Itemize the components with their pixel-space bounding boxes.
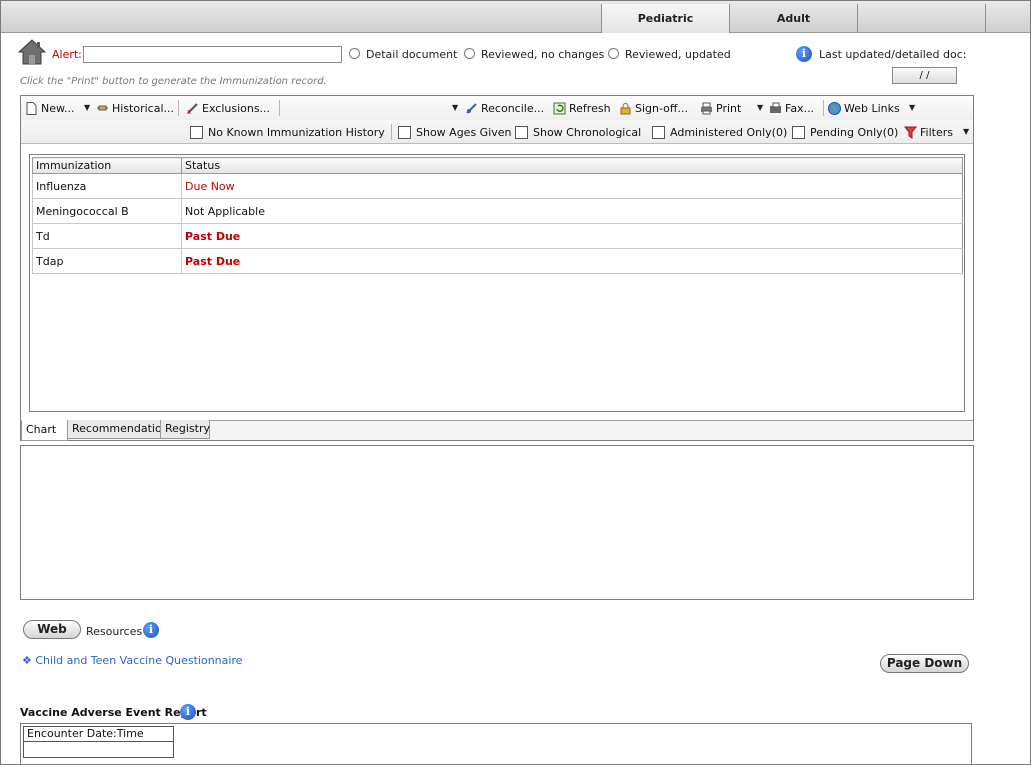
- immunization-status: Due Now: [181, 173, 963, 199]
- radio-label-no-changes: Reviewed, no changes: [481, 48, 605, 61]
- tab-registry[interactable]: Registry: [160, 420, 210, 439]
- web-button[interactable]: Web: [23, 620, 81, 639]
- svg-text:x: x: [187, 108, 191, 115]
- fax-button[interactable]: Fax...: [769, 100, 814, 116]
- page-down-button[interactable]: Page Down: [880, 654, 969, 673]
- reconcile-button[interactable]: Reconcile...: [465, 100, 544, 116]
- radio-reviewed-updated[interactable]: [608, 48, 619, 59]
- immunization-status: Past Due: [181, 248, 963, 274]
- signoff-button[interactable]: Sign-off...: [619, 100, 688, 116]
- show-chronological-checkbox[interactable]: Show Chronological: [515, 125, 641, 139]
- vaers-title: Vaccine Adverse Event Report: [20, 706, 207, 719]
- diamond-bullet-icon: ❖: [22, 654, 32, 667]
- fax-icon: [770, 102, 781, 113]
- table-row[interactable]: Influenza Due Now: [32, 173, 963, 199]
- immunization-table: Immunization Status Influenza Due Now Me…: [32, 157, 963, 274]
- exclusion-syringe-icon: x: [187, 102, 198, 115]
- table-row[interactable]: Td Past Due: [32, 223, 963, 249]
- table-row[interactable]: Meningococcal B Not Applicable: [32, 198, 963, 224]
- toolbar-separator: [823, 100, 824, 116]
- immunization-panel: New... ▼ Historical... x Exclusions... ▼…: [20, 95, 974, 441]
- show-ages-checkbox[interactable]: Show Ages Given: [398, 125, 512, 139]
- print-dropdown-icon[interactable]: ▼: [757, 103, 763, 112]
- immunization-name: Tdap: [32, 248, 182, 274]
- new-document-icon: [26, 101, 37, 115]
- vaers-cell[interactable]: [23, 741, 174, 758]
- web-links-dropdown-icon[interactable]: ▼: [909, 103, 915, 112]
- toolbar-separator: [279, 100, 280, 116]
- table-row[interactable]: Tdap Past Due: [32, 248, 963, 274]
- syringe-icon: [97, 105, 108, 110]
- tab-recommendation[interactable]: Recommendation: [67, 420, 169, 439]
- questionnaire-link[interactable]: ❖ Child and Teen Vaccine Questionnaire: [22, 654, 242, 667]
- immunization-name: Influenza: [32, 173, 182, 199]
- vaers-info-icon[interactable]: i: [180, 704, 196, 720]
- print-button[interactable]: Print: [700, 100, 741, 116]
- toolbar-dropdown-icon[interactable]: ▼: [452, 103, 458, 112]
- info-icon[interactable]: i: [796, 46, 812, 62]
- alert-input[interactable]: [83, 46, 342, 63]
- tab-pediatric[interactable]: Pediatric: [601, 4, 729, 33]
- refresh-icon: [553, 102, 566, 114]
- immunization-name: Meningococcal B: [32, 198, 182, 224]
- immunization-status: Not Applicable: [181, 198, 963, 224]
- reconcile-icon: [466, 102, 477, 114]
- printer-icon: [701, 102, 712, 114]
- exclusions-button[interactable]: x Exclusions...: [186, 100, 270, 116]
- historical-button[interactable]: Historical...: [96, 100, 174, 116]
- top-tab-strip: Pediatric Adult: [1, 1, 1030, 33]
- new-button[interactable]: New...: [25, 100, 74, 116]
- administered-only-checkbox[interactable]: Administered Only(0): [652, 125, 787, 139]
- web-links-button[interactable]: Web Links: [828, 100, 900, 116]
- view-tabs: Chart Recommendation Registry: [21, 420, 973, 441]
- home-icon[interactable]: [17, 38, 47, 66]
- immunization-status: Past Due: [181, 223, 963, 249]
- tab-strip-end: [985, 4, 1030, 33]
- toolbar-primary: New... ▼ Historical... x Exclusions... ▼…: [21, 96, 973, 120]
- vaers-table: Encounter Date:Time: [20, 723, 972, 765]
- lock-icon: [620, 102, 631, 114]
- resources-info-icon[interactable]: i: [143, 622, 159, 638]
- tab-blank[interactable]: [857, 4, 985, 33]
- print-hint: Click the "Print" button to generate the…: [20, 76, 327, 87]
- notes-area[interactable]: [20, 445, 974, 600]
- last-updated-date[interactable]: / /: [892, 67, 957, 84]
- radio-label-detail: Detail document: [366, 48, 458, 61]
- toolbar-separator: [391, 124, 392, 140]
- pending-only-checkbox[interactable]: Pending Only(0): [792, 125, 898, 139]
- tab-adult[interactable]: Adult: [729, 4, 857, 33]
- resources-label: Resources: [86, 625, 143, 638]
- tab-chart[interactable]: Chart: [21, 420, 68, 441]
- toolbar-filters: No Known Immunization History Show Ages …: [21, 120, 973, 144]
- vaers-column-header: Encounter Date:Time: [23, 726, 174, 742]
- immunization-name: Td: [32, 223, 182, 249]
- filters-button[interactable]: Filters: [904, 124, 953, 140]
- column-header-immunization[interactable]: Immunization: [32, 157, 182, 174]
- last-updated-label: Last updated/detailed doc:: [819, 48, 967, 61]
- globe-icon: [828, 101, 841, 115]
- no-history-checkbox[interactable]: No Known Immunization History: [190, 125, 385, 139]
- radio-detail-document[interactable]: [349, 48, 360, 59]
- alert-label: Alert:: [52, 48, 82, 61]
- radio-reviewed-no-changes[interactable]: [464, 48, 475, 59]
- radio-label-updated: Reviewed, updated: [625, 48, 731, 61]
- new-dropdown-icon[interactable]: ▼: [84, 103, 90, 112]
- funnel-icon: [904, 126, 917, 139]
- immunization-grid: Immunization Status Influenza Due Now Me…: [29, 154, 965, 412]
- filters-dropdown-icon[interactable]: ▼: [963, 127, 969, 136]
- toolbar-separator: [178, 100, 179, 116]
- refresh-button[interactable]: Refresh: [553, 100, 611, 116]
- column-header-status[interactable]: Status: [181, 157, 963, 174]
